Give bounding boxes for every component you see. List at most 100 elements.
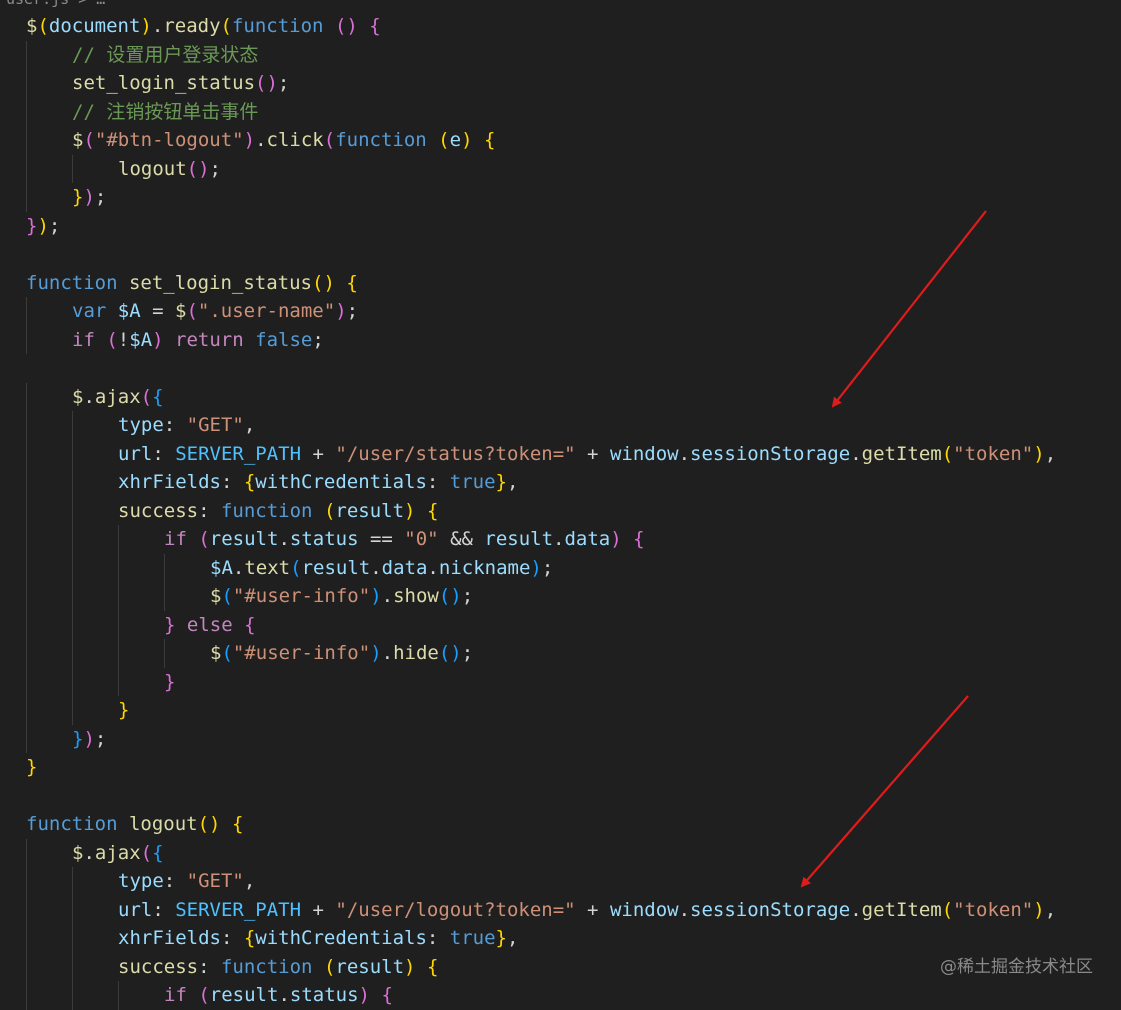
code-token: sessionStorage xyxy=(690,898,851,921)
code-token: } xyxy=(495,927,507,949)
code-line[interactable] xyxy=(0,240,1121,269)
indent-guide xyxy=(26,496,27,525)
code-line[interactable]: xhrFields: {withCredentials: true}, xyxy=(0,924,1121,953)
code-token: , xyxy=(1044,442,1057,465)
code-token: ; xyxy=(277,72,290,94)
indent-guide xyxy=(72,895,73,924)
code-line[interactable]: function set_login_status() { xyxy=(0,269,1121,298)
code-token: ) xyxy=(140,15,152,37)
code-line[interactable]: success: function (result) { xyxy=(0,496,1121,525)
code-token: , xyxy=(243,414,256,436)
code-token: ) xyxy=(404,499,416,522)
code-line[interactable]: $("#user-info").hide(); xyxy=(0,639,1121,668)
indent-guide xyxy=(72,468,73,497)
code-token: { xyxy=(243,471,256,493)
indent-guide xyxy=(164,639,165,668)
code-line[interactable]: type: "GET", xyxy=(0,867,1121,896)
code-line[interactable]: function logout() { xyxy=(0,810,1121,839)
code-token: } xyxy=(118,699,130,721)
code-token: : xyxy=(163,414,187,436)
indent-guide xyxy=(26,924,27,953)
code-token: ( xyxy=(140,841,153,864)
code-line[interactable]: $.ajax({ xyxy=(0,838,1121,867)
code-token: true xyxy=(449,927,496,949)
code-line[interactable]: xhrFields: {withCredentials: true}, xyxy=(0,468,1121,497)
indent-guide xyxy=(26,69,27,98)
code-line[interactable]: $A.text(result.data.nickname); xyxy=(0,553,1121,582)
code-token: . xyxy=(678,442,691,465)
code-token: function xyxy=(26,271,118,294)
code-token: result xyxy=(335,955,405,978)
code-token: // 注销按钮单击事件 xyxy=(72,100,259,123)
code-line[interactable]: // 设置用户登录状态 xyxy=(0,40,1121,69)
code-token: . xyxy=(370,556,382,579)
indent-guide xyxy=(26,553,27,582)
code-token: ) xyxy=(404,955,416,978)
code-token: nickname xyxy=(438,556,531,579)
indent-guide xyxy=(26,867,27,896)
code-line[interactable] xyxy=(0,354,1121,383)
code-token: if xyxy=(164,528,187,550)
code-token: () xyxy=(438,585,462,607)
code-token: xhrFields xyxy=(118,927,221,949)
code-token: "GET" xyxy=(186,414,244,436)
code-line[interactable]: } xyxy=(0,667,1121,696)
code-token: . xyxy=(381,642,394,664)
code-token: () xyxy=(312,271,335,294)
code-token: } xyxy=(26,214,38,237)
code-token: { xyxy=(426,499,439,522)
code-line[interactable]: set_login_status(); xyxy=(0,69,1121,98)
code-token: . xyxy=(83,385,95,408)
code-line[interactable]: if (result.status) { xyxy=(0,981,1121,1010)
indent-guide xyxy=(164,553,165,582)
code-token: function xyxy=(220,955,313,978)
code-token: ( xyxy=(37,15,49,37)
code-token: ) xyxy=(370,642,382,664)
code-line[interactable]: } xyxy=(0,753,1121,782)
code-line[interactable]: var $A = $(".user-name"); xyxy=(0,297,1121,326)
code-editor[interactable]: $(document).ready(function () {// 设置用户登录… xyxy=(0,12,1121,1010)
code-line[interactable]: } xyxy=(0,696,1121,725)
code-line[interactable]: // 注销按钮单击事件 xyxy=(0,97,1121,126)
indent-guide xyxy=(26,696,27,725)
code-line[interactable]: } else { xyxy=(0,610,1121,639)
indent-guide xyxy=(118,553,119,582)
code-line[interactable]: if (result.status == "0" && result.data)… xyxy=(0,525,1121,554)
code-token: == xyxy=(358,528,405,550)
code-line[interactable]: url: SERVER_PATH + "/user/logout?token="… xyxy=(0,895,1121,924)
code-line[interactable]: type: "GET", xyxy=(0,411,1121,440)
code-token: ( xyxy=(941,898,954,921)
code-token: ) xyxy=(83,186,95,208)
code-line[interactable]: $("#user-info").show(); xyxy=(0,582,1121,611)
code-token: ( xyxy=(186,300,198,322)
code-token: data xyxy=(381,556,428,579)
code-token: sessionStorage xyxy=(690,442,851,465)
code-line[interactable]: $(document).ready(function () { xyxy=(0,12,1121,41)
code-line[interactable]: }); xyxy=(0,212,1121,241)
code-token: } xyxy=(164,670,176,693)
code-token: () xyxy=(255,72,278,94)
code-line[interactable] xyxy=(0,782,1121,811)
code-line[interactable]: }); xyxy=(0,724,1121,753)
code-token: xhrFields xyxy=(118,471,221,493)
code-token: { xyxy=(152,841,164,864)
code-token: var xyxy=(72,300,107,322)
code-token: { xyxy=(346,271,358,294)
code-line[interactable]: $.ajax({ xyxy=(0,382,1121,411)
code-token: type xyxy=(118,870,164,892)
code-line[interactable]: }); xyxy=(0,183,1121,212)
code-line[interactable]: logout(); xyxy=(0,154,1121,183)
code-line[interactable]: url: SERVER_PATH + "/user/status?token="… xyxy=(0,439,1121,468)
code-token: } xyxy=(72,186,84,208)
code-token: ; xyxy=(48,214,61,237)
code-line[interactable]: if (!$A) return false; xyxy=(0,325,1121,354)
code-line[interactable]: $("#btn-logout").click(function (e) { xyxy=(0,126,1121,155)
breadcrumb[interactable]: user.js > … xyxy=(0,0,1121,8)
code-token: show xyxy=(393,585,439,607)
